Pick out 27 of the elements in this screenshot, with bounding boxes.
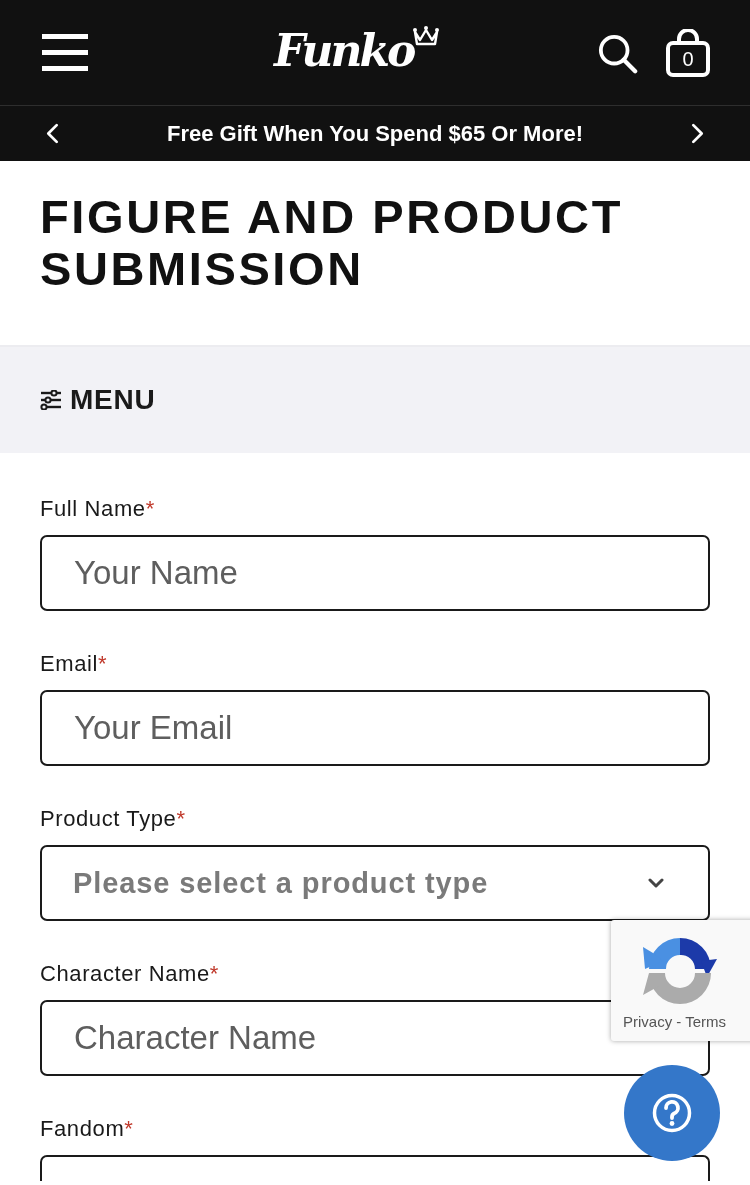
text-field[interactable]: Your Email xyxy=(40,690,710,766)
text-field[interactable]: Your Name xyxy=(40,535,710,611)
logo-wordmark: Funko xyxy=(274,24,414,78)
link-separator: - xyxy=(676,1013,682,1030)
page-title: FIGURE AND PRODUCT SUBMISSION xyxy=(39,189,624,297)
select-field[interactable]: Please select a product type xyxy=(40,845,710,921)
chevron-right-icon xyxy=(691,123,704,144)
hamburger-icon xyxy=(42,34,88,71)
menu-toggle[interactable]: MENU xyxy=(40,384,156,416)
promo-text: Free Gift When You Spend $65 Or More! xyxy=(167,120,583,147)
field-label: Character Name* xyxy=(40,961,219,987)
text-field[interactable] xyxy=(40,1155,710,1181)
field-label: Full Name* xyxy=(40,496,155,522)
previous-button[interactable] xyxy=(46,123,59,144)
crown-icon xyxy=(413,26,440,46)
help-icon xyxy=(652,1093,692,1133)
field-label: Email* xyxy=(40,651,108,677)
search-icon xyxy=(598,33,638,74)
menu-button[interactable] xyxy=(42,34,88,71)
next-button[interactable] xyxy=(691,123,704,144)
field-label: Fandom* xyxy=(40,1116,134,1142)
chevron-left-icon xyxy=(46,123,59,144)
sliders-icon xyxy=(40,390,62,410)
logo[interactable]: Funko xyxy=(274,24,440,78)
chevron-down-icon xyxy=(648,878,664,888)
privacy-link[interactable]: Privacy xyxy=(623,1013,673,1030)
field-label: Product Type* xyxy=(40,806,186,832)
